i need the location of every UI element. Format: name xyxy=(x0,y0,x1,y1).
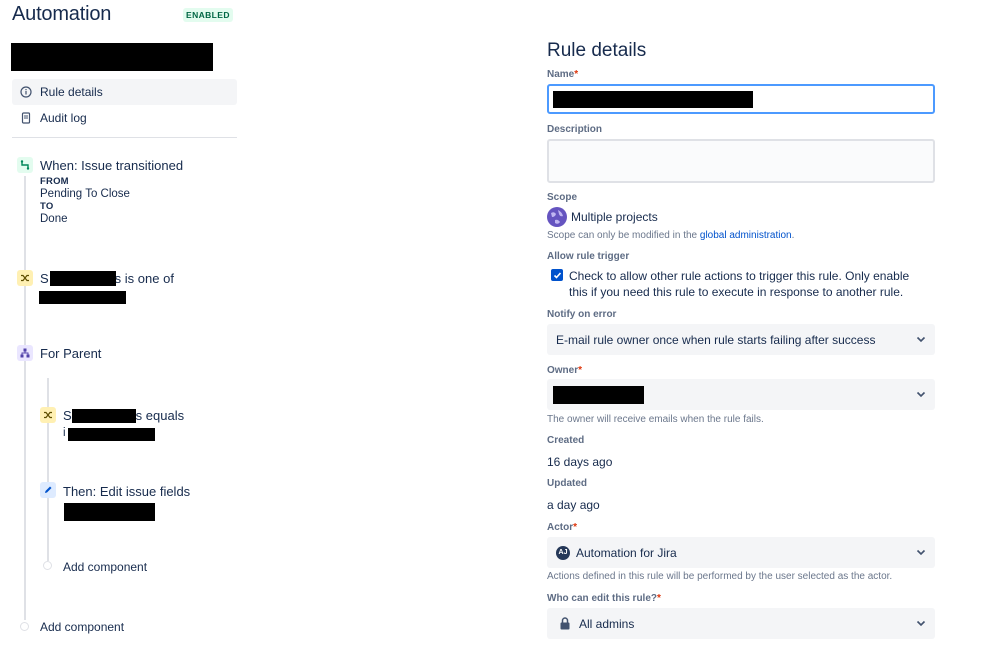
panel-title: Rule details xyxy=(547,40,647,61)
nav-item-label: Rule details xyxy=(40,85,103,99)
updated-value: a day ago xyxy=(547,498,600,512)
chevron-down-icon xyxy=(916,391,926,398)
created-label: Created xyxy=(547,435,585,446)
shuffle-icon xyxy=(17,270,33,286)
page-title: Automation xyxy=(12,3,112,25)
branch-title[interactable]: For Parent xyxy=(40,346,101,361)
name-label: Name* xyxy=(547,69,579,80)
who-can-edit-select[interactable]: All admins xyxy=(547,608,935,639)
redacted-text xyxy=(50,271,116,286)
description-label: Description xyxy=(547,124,603,135)
redacted-rule-name xyxy=(553,91,753,108)
status-badge: ENABLED xyxy=(183,8,233,22)
scope-help: Scope can only be modified in the global… xyxy=(547,230,795,241)
allow-trigger-text: Check to allow other rule actions to tri… xyxy=(569,269,910,299)
allow-trigger-label: Allow rule trigger xyxy=(547,251,630,262)
updated-label: Updated xyxy=(547,478,587,489)
redacted-owner xyxy=(553,386,644,404)
actor-label: Actor* xyxy=(547,522,578,533)
nav-item-audit-log[interactable]: Audit log xyxy=(12,105,237,131)
globe-icon xyxy=(547,207,567,227)
created-value: 16 days ago xyxy=(547,455,613,469)
notify-select[interactable]: E-mail rule owner once when rule starts … xyxy=(547,324,935,355)
actor-help: Actions defined in this rule will be per… xyxy=(547,571,893,582)
trigger-icon xyxy=(17,157,33,173)
scope-value: Multiple projects xyxy=(547,207,658,227)
actor-selected: Automation for Jira xyxy=(576,545,677,560)
pencil-icon xyxy=(40,482,56,498)
redacted-text xyxy=(68,428,155,441)
owner-label: Owner* xyxy=(547,365,583,376)
trigger-from-label: FROM xyxy=(40,176,69,187)
add-component-dot xyxy=(43,561,52,570)
add-component-button[interactable]: Add component xyxy=(40,620,124,634)
condition-title-suffix: s is one of xyxy=(114,271,174,286)
trigger-from-value: Pending To Close xyxy=(40,188,130,200)
description-input[interactable] xyxy=(547,139,935,183)
branch-icon xyxy=(17,345,33,361)
nav-item-rule-details[interactable]: Rule details xyxy=(12,79,237,105)
allow-trigger-checkbox[interactable] xyxy=(551,269,563,281)
add-component-button[interactable]: Add component xyxy=(63,560,147,574)
shuffle-icon xyxy=(40,407,56,423)
lock-icon xyxy=(560,617,570,630)
chevron-down-icon xyxy=(916,549,926,556)
who-can-edit-selected: All admins xyxy=(579,616,635,631)
scope-label: Scope xyxy=(547,192,578,203)
who-can-edit-label: Who can edit this rule?* xyxy=(547,593,661,604)
redacted-text xyxy=(64,503,155,521)
flow-rail xyxy=(24,176,26,620)
trigger-to-label: TO xyxy=(40,201,54,212)
nav-divider xyxy=(12,137,237,138)
condition-title-prefix: S xyxy=(40,271,49,286)
actor-select[interactable]: AJ Automation for Jira xyxy=(547,537,935,568)
action-title[interactable]: Then: Edit issue fields xyxy=(63,484,190,499)
chevron-down-icon xyxy=(916,620,926,627)
nav-item-label: Audit log xyxy=(40,111,87,125)
branch-condition-sub: i xyxy=(63,427,66,439)
redacted-rule-name xyxy=(11,43,213,71)
branch-rail xyxy=(47,378,49,561)
scope-text: Multiple projects xyxy=(571,210,658,224)
chevron-down-icon xyxy=(916,336,926,343)
branch-condition-title-prefix: S xyxy=(63,408,72,423)
global-administration-link[interactable]: global administration xyxy=(700,230,792,241)
notify-selected: E-mail rule owner once when rule starts … xyxy=(556,332,876,347)
notify-label: Notify on error xyxy=(547,309,617,320)
redacted-text xyxy=(72,409,136,423)
document-icon xyxy=(18,110,34,126)
allow-trigger-row: Check to allow other rule actions to tri… xyxy=(551,268,931,300)
automation-avatar-icon: AJ xyxy=(556,545,570,560)
add-component-dot xyxy=(20,622,29,631)
trigger-title[interactable]: When: Issue transitioned xyxy=(40,158,183,173)
redacted-text xyxy=(39,291,126,304)
trigger-to-value: Done xyxy=(40,213,68,225)
info-icon xyxy=(18,84,34,100)
branch-condition-title-suffix: s equals xyxy=(135,408,185,423)
owner-help: The owner will receive emails when the r… xyxy=(547,414,764,425)
